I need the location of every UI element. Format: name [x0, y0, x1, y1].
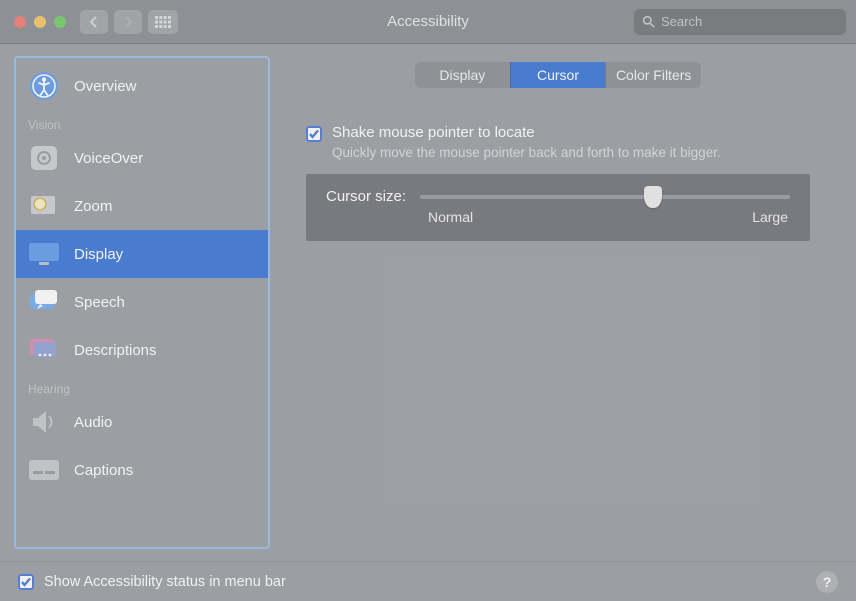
section-vision: Vision [16, 110, 268, 134]
show-all-button[interactable] [148, 10, 178, 34]
window-title: Accessibility [387, 13, 469, 30]
sidebar-item-overview[interactable]: Overview [16, 62, 268, 110]
cursor-size-box: Cursor size: Normal Large [306, 174, 810, 241]
forward-button[interactable] [114, 10, 142, 34]
titlebar: Accessibility [0, 0, 856, 44]
sidebar-item-voiceover[interactable]: VoiceOver [16, 134, 268, 182]
zoom-icon [26, 190, 62, 222]
back-button[interactable] [80, 10, 108, 34]
sidebar-item-label: Display [74, 246, 123, 263]
sidebar-item-label: Audio [74, 414, 112, 431]
fullscreen-icon[interactable] [54, 16, 66, 28]
section-hearing: Hearing [16, 374, 268, 398]
sidebar-item-display[interactable]: Display [16, 230, 268, 278]
sidebar-item-audio[interactable]: Audio [16, 398, 268, 446]
display-tabs: Display Cursor Color Filters [415, 62, 701, 88]
check-icon [308, 128, 320, 140]
sidebar-item-label: Descriptions [74, 342, 157, 359]
sidebar-item-label: Zoom [74, 198, 112, 215]
shake-to-locate-row: Shake mouse pointer to locate Quickly mo… [306, 124, 810, 160]
sidebar-item-speech[interactable]: Speech [16, 278, 268, 326]
sidebar-item-label: VoiceOver [74, 150, 143, 167]
menubar-status-label: Show Accessibility status in menu bar [44, 574, 286, 590]
sidebar-item-label: Overview [74, 78, 137, 95]
audio-icon [26, 406, 62, 438]
sidebar-item-zoom[interactable]: Zoom [16, 182, 268, 230]
minimize-icon[interactable] [34, 16, 46, 28]
sidebar-item-captions[interactable]: Captions [16, 446, 268, 494]
sidebar-item-descriptions[interactable]: Descriptions [16, 326, 268, 374]
descriptions-icon [26, 334, 62, 366]
sidebar: Overview Vision VoiceOver Zoom Display [14, 56, 270, 549]
menubar-status-checkbox[interactable] [18, 574, 34, 590]
speech-icon [26, 286, 62, 318]
help-button[interactable]: ? [816, 571, 838, 593]
captions-icon [26, 454, 62, 486]
cursor-size-slider[interactable] [420, 195, 790, 199]
cursor-size-label: Cursor size: [326, 188, 406, 205]
slider-max-label: Large [752, 209, 788, 225]
window-controls [10, 16, 66, 28]
tab-display[interactable]: Display [415, 62, 510, 88]
footer: Show Accessibility status in menu bar ? [0, 561, 856, 601]
check-icon [20, 576, 32, 588]
sidebar-item-label: Captions [74, 462, 133, 479]
tab-cursor[interactable]: Cursor [510, 62, 606, 88]
accessibility-icon [26, 70, 62, 102]
display-icon [26, 238, 62, 270]
search-input[interactable] [661, 14, 838, 29]
close-icon[interactable] [14, 16, 26, 28]
sidebar-item-label: Speech [74, 294, 125, 311]
shake-label: Shake mouse pointer to locate [332, 124, 721, 141]
slider-thumb[interactable] [644, 186, 662, 208]
shake-description: Quickly move the mouse pointer back and … [332, 145, 721, 160]
search-field[interactable] [634, 9, 846, 35]
tab-color-filters[interactable]: Color Filters [605, 62, 701, 88]
main-panel: Display Cursor Color Filters Shake mouse… [280, 44, 856, 561]
slider-min-label: Normal [428, 209, 473, 225]
search-icon [642, 15, 655, 28]
voiceover-icon [26, 142, 62, 174]
shake-checkbox[interactable] [306, 126, 322, 142]
